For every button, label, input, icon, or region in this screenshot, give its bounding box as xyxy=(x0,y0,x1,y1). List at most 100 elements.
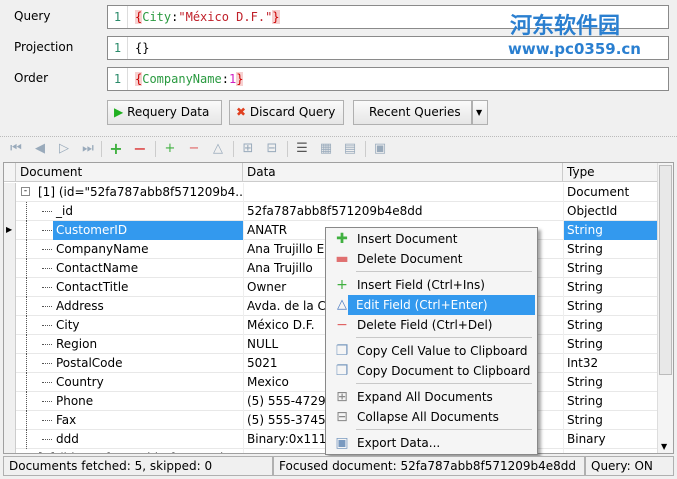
menu-item-label: Edit Field (Ctrl+Enter) xyxy=(356,298,488,312)
expand-all-icon[interactable]: ⊞ xyxy=(240,141,256,157)
recent-queries-button[interactable]: Recent Queries xyxy=(353,100,472,125)
text-view-icon[interactable]: ▤ xyxy=(342,141,358,157)
type-cell[interactable]: String xyxy=(563,259,658,278)
row-indicator: ▶ xyxy=(4,221,16,240)
document-cell[interactable]: _id xyxy=(53,202,243,221)
document-cell[interactable]: City xyxy=(53,316,243,335)
document-cell[interactable]: ContactTitle xyxy=(53,278,243,297)
document-cell[interactable]: CustomerID xyxy=(53,221,243,240)
data-cell[interactable]: 52fa787abb8f571209b4e8dd xyxy=(243,202,563,221)
order-editor[interactable]: 1 {CompanyName:1} xyxy=(107,67,669,91)
last-record-icon[interactable]: ⏭ xyxy=(80,141,96,157)
order-label: Order xyxy=(14,71,49,85)
discard-label: Discard Query xyxy=(249,105,336,119)
grid-view-icon[interactable]: ▦ xyxy=(318,141,334,157)
delete-document-icon[interactable]: − xyxy=(132,141,148,157)
current-row-icon: ▶ xyxy=(6,225,13,234)
document-cell[interactable]: [1] (id="52fa787abb8f571209b4... xyxy=(35,183,243,202)
document-cell[interactable]: PostalCode xyxy=(53,354,243,373)
type-cell[interactable]: String xyxy=(563,335,658,354)
column-header-document[interactable]: Document xyxy=(16,163,243,182)
query-key: City xyxy=(142,10,172,24)
row-indicator xyxy=(4,202,16,221)
menu-item-edit-field[interactable]: Edit Field (Ctrl+Enter) xyxy=(348,295,535,315)
chevron-down-icon: ▼ xyxy=(476,108,483,117)
add-document-icon[interactable]: + xyxy=(108,141,124,157)
column-header-data[interactable]: Data xyxy=(243,163,563,182)
copy-icon: ❐ xyxy=(335,363,349,379)
type-cell[interactable]: String xyxy=(563,373,658,392)
menu-item-copy-cell-value[interactable]: ❐ Copy Cell Value to Clipboard xyxy=(328,341,535,361)
query-value: "México D.F." xyxy=(178,10,273,24)
document-cell[interactable]: Fax xyxy=(53,411,243,430)
type-cell[interactable]: String xyxy=(563,392,658,411)
type-cell[interactable]: String xyxy=(563,297,658,316)
type-cell[interactable]: String xyxy=(563,316,658,335)
column-header-type[interactable]: Type xyxy=(563,163,658,182)
export-icon[interactable]: ▣ xyxy=(372,141,388,157)
menu-separator xyxy=(356,383,532,384)
menu-item-label: Insert Field (Ctrl+Ins) xyxy=(357,278,485,292)
tree-view-icon[interactable]: ☰ xyxy=(294,141,310,157)
document-cell[interactable]: Address xyxy=(53,297,243,316)
document-cell[interactable]: Phone xyxy=(53,392,243,411)
delete-field-icon[interactable]: − xyxy=(186,141,202,157)
collapse-all-icon[interactable]: ⊟ xyxy=(264,141,280,157)
edit-field-icon[interactable]: △ xyxy=(210,141,226,157)
menu-item-expand-all-documents[interactable]: ⊞ Expand All Documents xyxy=(328,387,535,407)
menu-item-insert-field[interactable]: + Insert Field (Ctrl+Ins) xyxy=(328,275,535,295)
document-cell[interactable]: ddd xyxy=(53,430,243,449)
type-cell[interactable]: String xyxy=(563,240,658,259)
type-cell[interactable]: String xyxy=(563,221,658,240)
menu-item-label: Delete Field (Ctrl+Del) xyxy=(357,318,493,332)
data-cell[interactable] xyxy=(243,183,563,202)
menu-item-label: Delete Document xyxy=(357,252,463,266)
menu-item-delete-document[interactable]: ▬ Delete Document xyxy=(328,249,535,269)
menu-item-export-data[interactable]: ▣ Export Data... xyxy=(328,433,535,453)
collapse-toggle-icon[interactable]: - xyxy=(24,453,27,454)
insert-field-icon[interactable]: + xyxy=(162,141,178,157)
delete-field-icon: − xyxy=(336,317,348,333)
menu-item-label: Copy Cell Value to Clipboard xyxy=(357,344,528,358)
type-cell[interactable]: Document xyxy=(563,449,658,453)
watermark-title: 河东软件园 xyxy=(510,14,621,39)
document-cell[interactable]: CompanyName xyxy=(53,240,243,259)
requery-label: Requery Data xyxy=(127,105,210,119)
requery-data-button[interactable]: ▶ Requery Data xyxy=(107,100,222,125)
menu-item-insert-document[interactable]: ✚ Insert Document xyxy=(328,229,535,249)
plus-icon: ✚ xyxy=(336,231,348,247)
scrollbar-thumb[interactable] xyxy=(659,165,672,375)
document-cell[interactable]: ContactName xyxy=(53,259,243,278)
status-query: Query: ON xyxy=(585,456,674,476)
menu-item-collapse-all-documents[interactable]: ⊟ Collapse All Documents xyxy=(328,407,535,427)
play-icon: ▶ xyxy=(114,105,124,119)
document-cell[interactable]: [2] (id="52fa787abb8f571209b4... xyxy=(35,449,243,453)
type-cell[interactable]: String xyxy=(563,278,658,297)
type-cell[interactable]: String xyxy=(563,411,658,430)
menu-item-delete-field[interactable]: − Delete Field (Ctrl+Del) xyxy=(328,315,535,335)
menu-item-label: Expand All Documents xyxy=(357,390,493,404)
line-number: 1 xyxy=(108,68,128,90)
prev-record-icon[interactable]: ◀ xyxy=(32,141,48,157)
field-row[interactable]: _id 52fa787abb8f571209b4e8dd ObjectId xyxy=(4,202,658,221)
document-row[interactable]: - [1] (id="52fa787abb8f571209b4... Docum… xyxy=(4,183,658,202)
type-cell[interactable]: Document xyxy=(563,183,658,202)
recent-queries-dropdown[interactable]: ▼ xyxy=(472,100,488,125)
copy-icon: ❐ xyxy=(335,343,349,359)
type-cell[interactable]: Binary xyxy=(563,430,658,449)
discard-query-button[interactable]: ✖ Discard Query xyxy=(229,100,344,125)
minus-icon: ▬ xyxy=(335,251,349,267)
vertical-scrollbar[interactable]: ▼ xyxy=(657,163,673,453)
type-cell[interactable]: Int32 xyxy=(563,354,658,373)
type-cell[interactable]: ObjectId xyxy=(563,202,658,221)
next-record-icon[interactable]: ▷ xyxy=(56,141,72,157)
order-key: CompanyName xyxy=(142,72,222,86)
document-cell[interactable]: Region xyxy=(53,335,243,354)
menu-item-copy-document[interactable]: ❐ Copy Document to Clipboard xyxy=(328,361,535,381)
scroll-down-icon[interactable]: ▼ xyxy=(661,442,667,451)
document-cell[interactable]: Country xyxy=(53,373,243,392)
first-record-icon[interactable]: ⏮ xyxy=(8,141,24,157)
brace: } xyxy=(236,72,244,86)
collapse-toggle-icon[interactable]: - xyxy=(21,187,30,196)
colon: : xyxy=(221,72,229,86)
